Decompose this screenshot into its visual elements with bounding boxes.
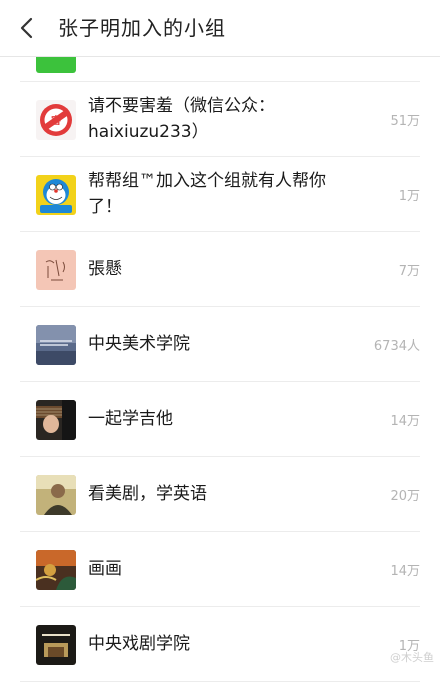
handwriting-avatar: [36, 250, 76, 290]
drama-academy-avatar: [36, 625, 76, 665]
group-item-painting[interactable]: 画画 14万: [20, 532, 420, 607]
group-item-tv-english[interactable]: 看美剧，学英语 20万: [20, 457, 420, 532]
member-count: 6734人: [373, 338, 420, 354]
weibo-watermark: @木头鱼: [390, 651, 434, 664]
group-item-drama-academy[interactable]: 中央戏剧学院 1万: [20, 607, 420, 682]
guitar-photo-avatar: [36, 400, 76, 440]
page-title: 张子明加入的小组: [58, 16, 226, 40]
group-name: 画画: [88, 559, 122, 579]
member-count: 14万: [390, 413, 420, 429]
cartoon-robot-cat-avatar: [36, 175, 76, 215]
no-shy-sign-avatar: 害: [36, 100, 76, 140]
group-name: 看美剧，学英语: [88, 484, 207, 504]
group-name: 張懸: [88, 259, 122, 279]
member-count: 1万: [398, 188, 420, 204]
academy-photo-avatar: [36, 325, 76, 365]
group-item-zhangxuan[interactable]: 張懸 7万: [20, 232, 420, 307]
group-item-haixiu[interactable]: 害 请不要害羞（微信公众：haixiuzu233） 51万: [20, 82, 420, 157]
svg-text:害: 害: [51, 114, 61, 127]
member-count: 1万: [398, 638, 420, 654]
group-name: 请不要害羞（微信公众：haixiuzu233）: [88, 96, 275, 142]
group-name: 帮帮组™加入这个组就有人帮你了！: [88, 171, 326, 217]
group-item-bangbang[interactable]: 帮帮组™加入这个组就有人帮你了！ 1万: [20, 157, 420, 232]
group-list: 害 请不要害羞（微信公众：haixiuzu233） 51万 帮帮组™加入这个组就…: [0, 33, 440, 682]
group-item-guitar[interactable]: 一起学吉他 14万: [20, 382, 420, 457]
member-count: 14万: [390, 563, 420, 579]
group-item-clipped[interactable]: [20, 33, 420, 82]
painting-avatar: [36, 550, 76, 590]
top-bar: 张子明加入的小组: [0, 0, 440, 57]
group-name: 一起学吉他: [88, 409, 173, 429]
group-name: 中央戏剧学院: [88, 634, 190, 654]
group-name: 中央美术学院: [88, 334, 190, 354]
member-count: 51万: [390, 113, 420, 129]
member-count: 7万: [398, 263, 420, 279]
back-arrow-icon[interactable]: [10, 10, 46, 46]
tv-actor-photo-avatar: [36, 475, 76, 515]
group-item-cafa[interactable]: 中央美术学院 6734人: [20, 307, 420, 382]
member-count: 20万: [390, 488, 420, 504]
